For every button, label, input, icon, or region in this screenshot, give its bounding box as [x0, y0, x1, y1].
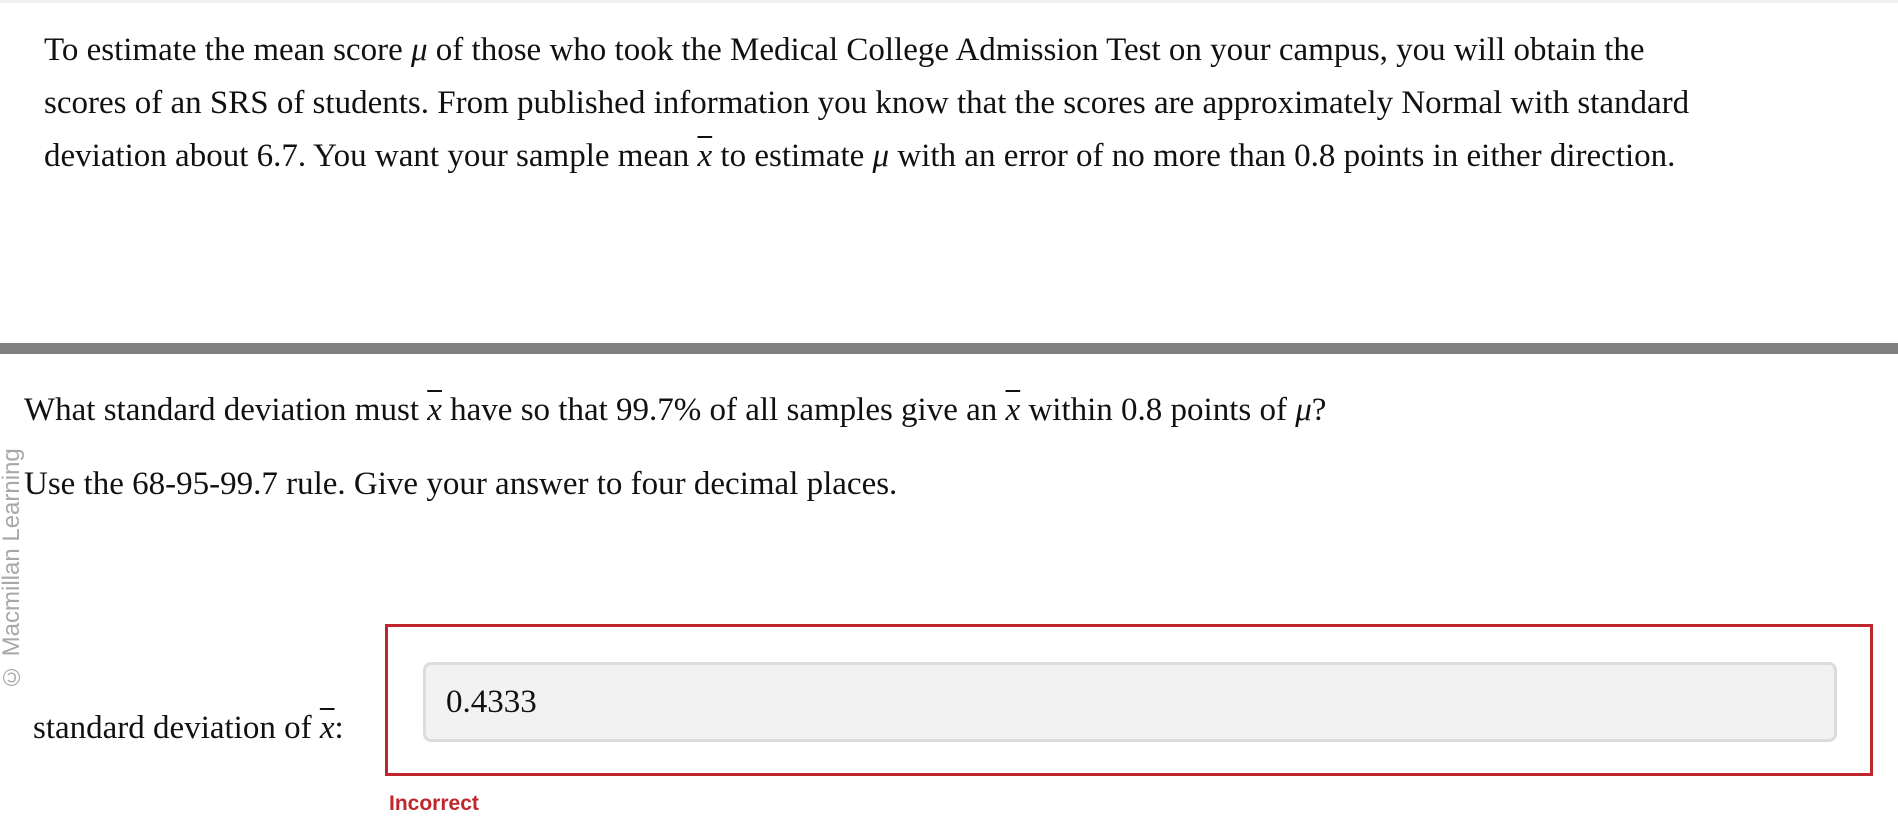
problem-text-segment: of those who took the Medical College Ad…	[427, 32, 1645, 68]
answer-label-text: standard deviation of	[33, 710, 320, 746]
problem-text-segment: with an error of no more than 0.8 points…	[889, 138, 1676, 174]
answer-label-colon: :	[334, 710, 344, 746]
question-text-segment: have so that 99.7% of all samples give a…	[441, 392, 1006, 428]
problem-text-segment: To estimate the mean score	[44, 32, 411, 68]
problem-line-3: deviation about 6.7. You want your sampl…	[44, 130, 1864, 183]
problem-text-segment: deviation about 6.7. You want your sampl…	[44, 138, 698, 174]
top-strip	[0, 0, 1898, 3]
problem-line-2: scores of an SRS of students. From publi…	[44, 85, 1690, 121]
page: To estimate the mean score μ of those wh…	[0, 0, 1898, 830]
watermark-text: © Macmillan Learning	[0, 448, 25, 690]
feedback-incorrect: Incorrect	[389, 792, 479, 815]
xbar-symbol: x	[427, 392, 442, 428]
mu-symbol: μ	[872, 138, 890, 174]
mu-symbol: μ	[410, 32, 428, 68]
answer-error-frame	[385, 624, 1873, 776]
problem-text-segment: to estimate	[712, 138, 873, 174]
question-instruction: Use the 68-95-99.7 rule. Give your answe…	[24, 466, 898, 502]
mu-symbol: μ	[1295, 392, 1312, 428]
problem-statement: To estimate the mean score μ of those wh…	[44, 24, 1864, 183]
question-prompt: What standard deviation must x have so t…	[24, 384, 1326, 436]
xbar-symbol: x	[319, 710, 335, 746]
watermark: © Macmillan Learning	[0, 400, 30, 690]
answer-label: standard deviation of x:	[33, 702, 344, 754]
xbar-symbol: x	[1005, 392, 1021, 428]
question-text-segment: within 0.8 points of	[1020, 392, 1296, 428]
section-divider	[0, 343, 1898, 354]
xbar-symbol: x	[697, 138, 713, 174]
question-text-segment: What standard deviation must	[24, 392, 428, 428]
answer-input[interactable]	[423, 662, 1837, 742]
problem-line-1: To estimate the mean score μ of those wh…	[44, 24, 1864, 77]
question-text-segment: ?	[1311, 392, 1327, 428]
